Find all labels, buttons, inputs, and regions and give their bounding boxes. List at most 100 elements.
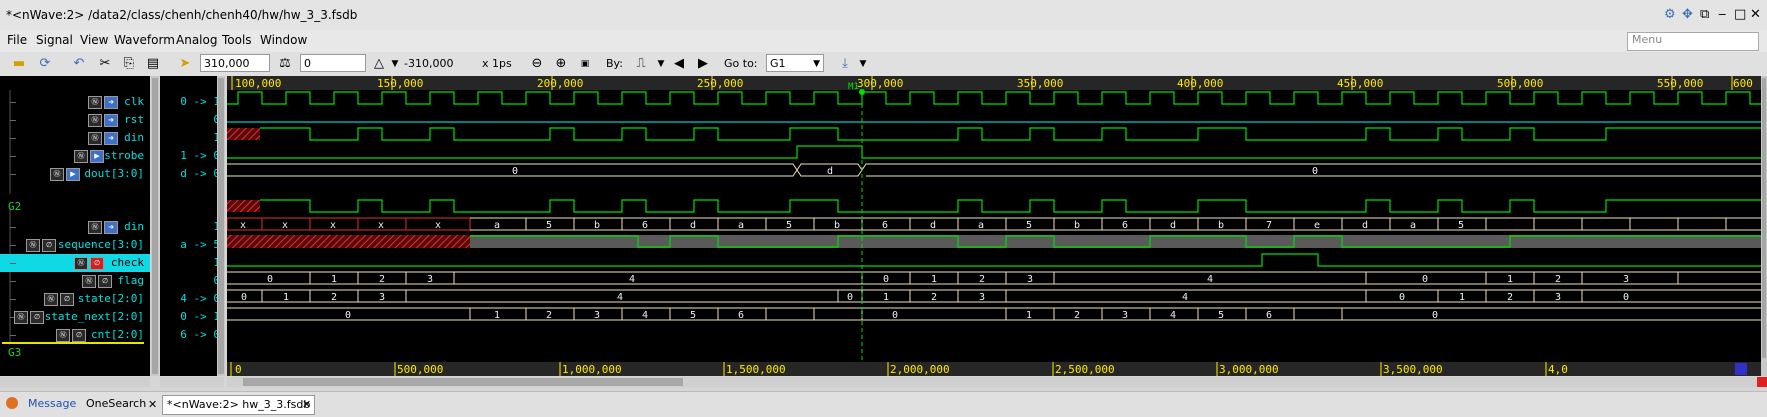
overview-label: 2,500,000	[1055, 363, 1115, 376]
cnt-value-label: 4	[1170, 310, 1176, 321]
wave-cnt[interactable]: 0 1 2 3 4 5 6 0 1 2 3 4 5 6 0	[227, 307, 1761, 321]
menu-waveform[interactable]: Waveform	[114, 33, 175, 47]
signal-name-state: state[2:0]	[77, 292, 144, 305]
tab-nwave-close-icon[interactable]: ✕	[302, 398, 311, 411]
delta-dropdown-icon[interactable]: ▼	[386, 55, 404, 73]
signal-icons: Ⓝ ➜	[88, 114, 120, 127]
waveform-canvas[interactable]: 100,000 150,000 200,000 250,000 300,000 …	[226, 76, 1761, 376]
signal-row-dout[interactable]: Ⓝ ▶ dout[3:0]	[0, 165, 150, 183]
maximize-icon[interactable]: □	[1734, 7, 1746, 22]
signal-row-clk[interactable]: Ⓝ ➜ clk	[0, 93, 150, 111]
tree-branch	[10, 227, 16, 228]
signal-row-flag[interactable]: Ⓝ ∅ flag	[0, 272, 150, 290]
group-label-g2[interactable]: G2	[8, 200, 21, 213]
search-prev-icon[interactable]: ◀	[670, 55, 688, 73]
menu-view[interactable]: View	[80, 33, 108, 47]
waveform-hscrollbar[interactable]	[227, 377, 1757, 387]
settings-icon[interactable]: ⚙	[1664, 7, 1676, 22]
wave-strobe[interactable]	[227, 145, 1761, 159]
group-label-g3[interactable]: G3	[8, 346, 21, 359]
cursor-handle[interactable]	[859, 89, 865, 95]
menu-window[interactable]: Window	[260, 33, 307, 47]
marker-time-input[interactable]: 0	[300, 54, 366, 72]
input-port-icon: ➜	[104, 96, 118, 109]
sequence-value-label: 5	[1458, 220, 1464, 231]
state-value-label: 4	[1207, 274, 1213, 285]
state-next-bus-edges	[227, 289, 1761, 303]
marker-icon[interactable]: ⚖	[276, 55, 294, 73]
value-pane-hscrollbar[interactable]	[160, 377, 224, 387]
title-bar: *<nWave:2> /data2/class/chenh/chenh40/hw…	[0, 0, 1767, 31]
zoom-fit-icon[interactable]: ▣	[576, 55, 594, 73]
signal-row-rst[interactable]: Ⓝ ➜ rst	[0, 111, 150, 129]
tab-message[interactable]: Message	[24, 395, 80, 413]
cnt-bus-edges	[227, 307, 1761, 321]
signal-row-din[interactable]: Ⓝ ➜ din	[0, 129, 150, 147]
pin-icon[interactable]: ✥	[1682, 7, 1693, 22]
sequence-unknown-region	[226, 217, 471, 231]
menu-file[interactable]: File	[7, 33, 27, 47]
menu-analog[interactable]: Analog	[176, 33, 217, 47]
minimize-icon[interactable]: ‒	[1718, 7, 1726, 22]
value-pane-vscrollbar[interactable]	[217, 76, 225, 376]
goto-select[interactable]: G1 ▼	[766, 54, 824, 72]
signal-row-strobe[interactable]: Ⓝ ▶ strobe	[0, 147, 150, 165]
menu-search-input[interactable]: Menu	[1627, 32, 1759, 51]
wave-state-next[interactable]: 0 1 2 3 4 0 1 2 3 4 0 1 2 3 0	[227, 289, 1761, 303]
export-dropdown-icon[interactable]: ▼	[854, 55, 872, 73]
signal-row-state[interactable]: Ⓝ ∅ state[2:0]	[0, 290, 150, 308]
window-title: *<nWave:2> /data2/class/chenh/chenh40/hw…	[6, 8, 358, 22]
signal-pane-hscrollbar[interactable]	[0, 377, 150, 387]
signal-row-din-2[interactable]: Ⓝ ➜ din	[0, 218, 150, 236]
undo-icon[interactable]: ↶	[70, 55, 88, 73]
value-pane-vscroll-thumb[interactable]	[218, 78, 224, 374]
copy-icon[interactable]: ⎘	[120, 55, 138, 73]
reload-icon[interactable]: ⟳	[36, 55, 54, 73]
signal-row-sequence[interactable]: Ⓝ ∅ sequence[3:0]	[0, 236, 150, 254]
state-transitions	[309, 272, 1679, 284]
sequence-value-label: x	[378, 220, 384, 231]
wave-dout[interactable]	[227, 163, 1761, 177]
tab-nwave[interactable]: *<nWave:2> hw_3_3.fsdb	[162, 395, 316, 415]
signal-name-state-next: state_next[2:0]	[44, 310, 144, 323]
signal-row-state-next[interactable]: Ⓝ ∅ state_next[2:0]	[0, 308, 150, 326]
open-icon[interactable]: ▬	[10, 55, 28, 73]
waveform-pane[interactable]: 100,000 150,000 200,000 250,000 300,000 …	[226, 76, 1761, 376]
export-icon[interactable]: ⤓	[836, 55, 854, 73]
overview-viewport[interactable]	[1735, 363, 1747, 375]
signal-pane-vscrollbar[interactable]	[151, 76, 159, 376]
tab-onesearch[interactable]: OneSearch	[82, 395, 150, 413]
signal-pane-vscroll-thumb[interactable]	[152, 78, 158, 374]
wave-clk[interactable]	[227, 91, 1761, 105]
waveform-hscroll-thumb[interactable]	[243, 378, 683, 386]
paste-icon[interactable]: ▤	[144, 55, 162, 73]
tab-onesearch-close-icon[interactable]: ✕	[148, 398, 157, 411]
cut-icon[interactable]: ✂	[96, 55, 114, 73]
waveform-vscroll-thumb[interactable]	[1762, 78, 1766, 358]
menu-tools[interactable]: Tools	[222, 33, 252, 47]
cursor-icon[interactable]: ➤	[176, 55, 194, 73]
sequence-value-label: b	[834, 220, 840, 231]
zoom-in-icon[interactable]: ⊕	[552, 55, 570, 73]
cursor-time-input[interactable]: 310,000	[200, 54, 270, 72]
search-by-dropdown-icon[interactable]: ▼	[652, 55, 670, 73]
search-next-icon[interactable]: ▶	[694, 55, 712, 73]
format-icon: Ⓝ	[82, 275, 96, 288]
tree-branch	[10, 156, 16, 157]
wave-sequence[interactable]: x x x x x a 5 b 6 d a 5 b 6 d a 5 b 6 d …	[226, 217, 1761, 231]
overview-ruler[interactable]	[227, 362, 1761, 376]
wave-din-2[interactable]	[260, 199, 1761, 213]
wave-flag[interactable]	[227, 253, 1761, 267]
menu-signal[interactable]: Signal	[36, 33, 73, 47]
signal-icons: Ⓝ ∅	[14, 311, 46, 324]
undock-icon[interactable]: ⧉	[1700, 7, 1709, 22]
zoom-out-icon[interactable]: ⊖	[528, 55, 546, 73]
search-by-icon[interactable]: ⎍	[632, 55, 650, 73]
wave-din[interactable]	[260, 127, 1761, 141]
close-icon[interactable]: ✕	[1750, 7, 1761, 22]
signal-row-check[interactable]: Ⓝ ∅ check	[0, 254, 150, 272]
wave-state[interactable]: 0 1 2 3 4 0 1 2 3 4 0 1 2 3	[227, 271, 1761, 285]
signal-icons: Ⓝ ▶	[74, 150, 106, 163]
waveform-vscrollbar[interactable]	[1761, 76, 1767, 376]
state-value-label: 3	[1623, 274, 1629, 285]
